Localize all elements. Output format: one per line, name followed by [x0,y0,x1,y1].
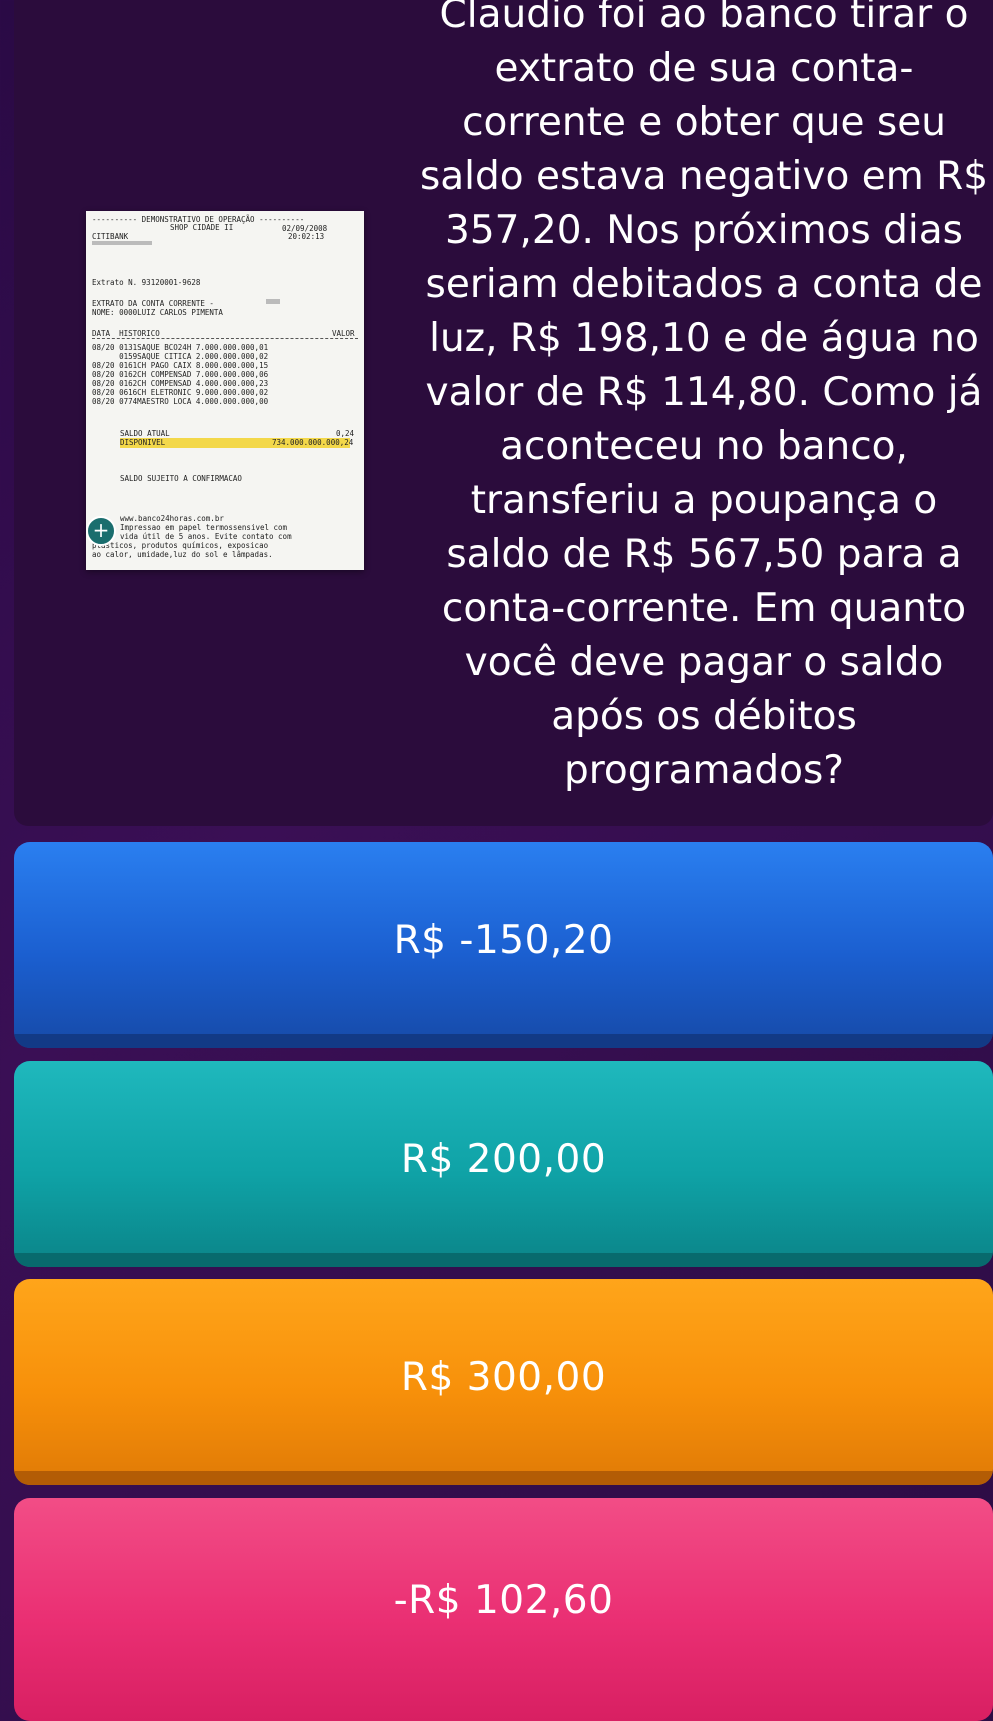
question-line: transferiu a poupança o [470,478,938,523]
question-text: Claudio foi ao banco tirar o extrato de … [404,0,993,798]
question-line: luz, R$ 198,10 e de água no [429,316,979,361]
receipt-col-data: DATA HISTORICO [92,329,160,338]
question-line: valor de R$ 114,80. Como já [425,370,983,415]
question-line: corrente e obter que seu [462,100,946,145]
receipt-col-valor: VALOR [332,329,355,338]
receipt-disponivel-label: DISPONIVEL [120,438,166,447]
answer-label: R$ 300,00 [400,1354,607,1400]
receipt-row: 08/20 0131SAQUE BCO24H 7.000.000.000,01 [92,343,269,352]
question-line: aconteceu no banco, [500,424,908,469]
receipt-row: 08/20 0162CH COMPENSAD 4.000.000.000,23 [92,379,269,388]
answer-option-1[interactable]: R$ -150,20 [14,842,993,1048]
receipt-footer-line: www.banco24horas.com.br [120,514,224,523]
receipt-row: 08/20 0774MAESTRO LOCA 4.000.000.000,00 [92,397,269,406]
receipt-bank: CITIBANK [92,232,129,241]
answer-shadow [14,1471,993,1485]
receipt-footer-line: ao calor, umidade,luz do sol e lâmpadas. [92,550,273,559]
receipt-shop: SHOP CIDADE II [170,223,234,232]
receipt-footer-line: vida útil de 5 anos. Evite contato com [120,532,292,541]
receipt-extrato: Extrato N. 93120001-9628 [92,278,201,287]
answer-option-2[interactable]: R$ 200,00 [14,1061,993,1267]
receipt-divider [92,338,358,339]
question-line: extrato de sua conta- [494,46,914,91]
question-line: saldo estava negativo em R$ [419,154,989,199]
receipt-redacted [92,241,152,245]
receipt-row: 08/20 0162CH COMPENSAD 7.000.000.000,06 [92,370,269,379]
question-line: programados? [563,748,844,793]
receipt-nome: NOME: 0000LUIZ CARLOS PIMENTA [92,308,223,317]
question-line: após os débitos [551,694,857,739]
bank-statement-image[interactable]: ---------- DEMONSTRATIVO DE OPERAÇÃO ---… [86,211,364,570]
receipt-row: 08/20 0616CH ELETRONIC 9.000.000.000,02 [92,388,269,397]
answer-shadow [14,1034,993,1048]
answer-label: R$ -150,20 [393,917,614,963]
answer-option-3[interactable]: R$ 300,00 [14,1279,993,1485]
receipt-disponivel-value: 734.000.000.000,24 [272,438,354,447]
receipt-title: EXTRATO DA CONTA CORRENTE - [92,299,214,308]
question-panel: Claudio foi ao banco tirar o extrato de … [14,0,993,826]
zoom-in-icon[interactable]: + [86,516,116,546]
receipt-time: 20:02:13 [288,232,325,241]
receipt-footer-line: Impressao em papel termossensivel com [120,523,288,532]
receipt-saldo-atual-value: 0,24 [336,429,355,438]
answer-label: R$ 200,00 [400,1136,607,1182]
receipt-row: 0159SAQUE CITICA 2.000.000.000,02 [92,352,269,361]
answer-shadow [14,1253,993,1267]
receipt-redacted [266,299,280,304]
question-line: você deve pagar o saldo [464,640,944,685]
answer-label: -R$ 102,60 [393,1577,614,1623]
receipt-saldo-sujeito: SALDO SUJEITO A CONFIRMACAO [120,474,242,483]
question-line: saldo de R$ 567,50 para a [446,532,962,577]
question-line: 357,20. Nos próximos dias [445,208,963,253]
receipt-row: 08/20 0161CH PAGO CAIX 8.000.000.000,15 [92,361,269,370]
question-line: Claudio foi ao banco tirar o [439,0,969,37]
question-line: seriam debitados a conta de [425,262,983,307]
question-line: conta-corrente. Em quanto [441,586,967,631]
receipt-saldo-atual-label: SALDO ATUAL [120,429,170,438]
receipt-footer-line: plásticos, produtos químicos, exposicao [92,541,269,550]
answer-option-4[interactable]: -R$ 102,60 [14,1498,993,1721]
